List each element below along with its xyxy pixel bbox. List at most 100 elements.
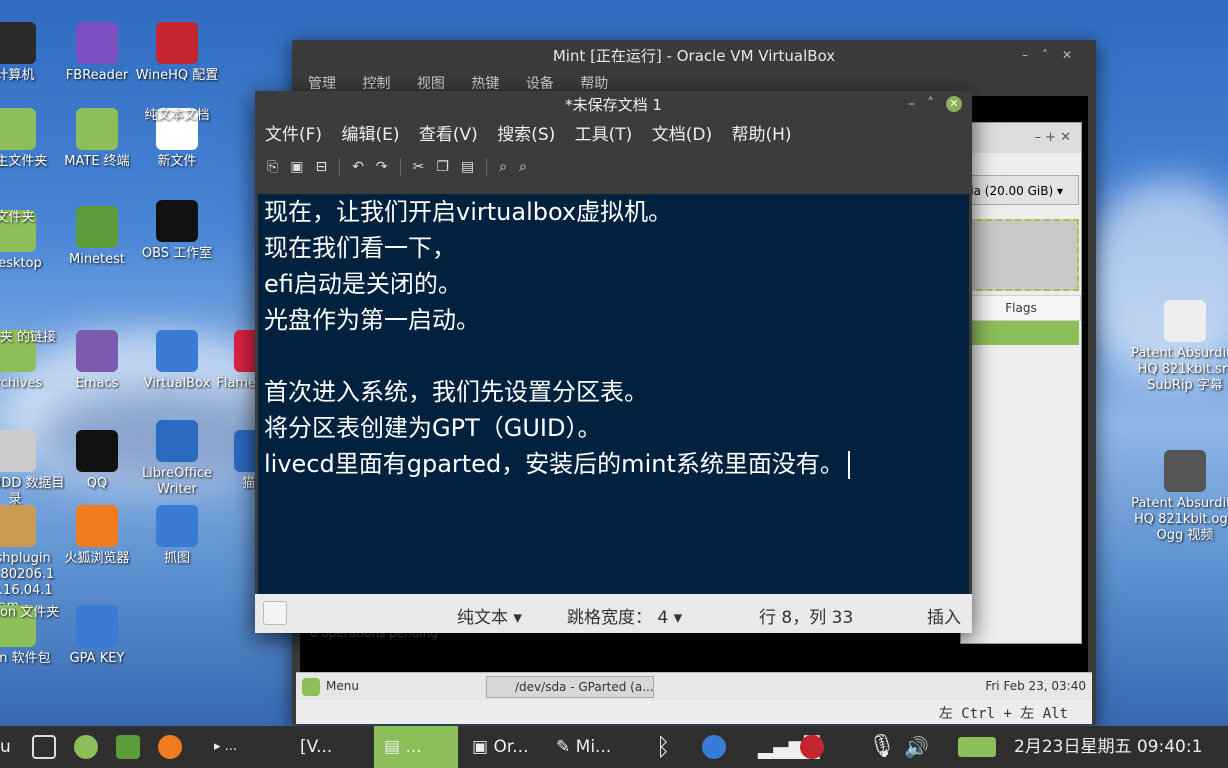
- menu-tools[interactable]: 工具(T): [575, 125, 633, 145]
- desktop-icon-label: GPA KEY: [69, 651, 125, 666]
- save-file-icon[interactable]: ⊟: [315, 159, 327, 175]
- desktop-icon-label: WineHQ 配置: [135, 68, 219, 83]
- bluetooth-icon[interactable]: ᛒ: [656, 726, 670, 768]
- desktop-icon-image: [156, 200, 198, 242]
- volume-icon[interactable]: 🔊: [904, 726, 929, 768]
- guest-task-gparted[interactable]: /dev/sda - GParted (a...: [486, 676, 654, 698]
- shutdown-icon[interactable]: [32, 735, 56, 759]
- maximize-icon[interactable]: ˄: [927, 96, 934, 112]
- partition-graph: [967, 219, 1079, 291]
- editor-line-last: livecd里面有gparted，安装后的mint系统里面没有。: [264, 446, 963, 482]
- window-controls[interactable]: –˄✕: [1022, 48, 1086, 62]
- update-manager-icon[interactable]: [702, 726, 726, 768]
- menu-manage[interactable]: 管理: [308, 76, 336, 92]
- task-gedit-label: ...: [405, 737, 422, 757]
- menu-devices[interactable]: 设备: [526, 76, 554, 92]
- guest-panel: Menu /dev/sda - GParted (a... Fri Feb 23…: [296, 672, 1092, 701]
- desktop-icon-label: Patent Absurdity HQ 821kbit.srt SubRip 字…: [1131, 346, 1228, 393]
- editor-line: 首次进入系统，我们先设置分区表。: [264, 378, 648, 406]
- terminal-launcher-icon[interactable]: [74, 726, 98, 768]
- editor-line: 现在我们看一下，: [264, 234, 456, 262]
- task-media[interactable]: ▸ ...: [214, 726, 237, 768]
- menu-help[interactable]: 帮助: [580, 76, 608, 92]
- gedit-title: *未保存文档 1: [565, 96, 662, 114]
- desktop-icon-image: [76, 430, 118, 472]
- menu-view[interactable]: 视图: [417, 76, 445, 92]
- paste-icon[interactable]: ▤: [461, 159, 474, 175]
- desktop-icon-label: 抓图: [163, 551, 190, 566]
- text-editor[interactable]: 现在，让我们开启virtualbox虚拟机。 现在我们看一下， efi启动是关闭…: [258, 194, 969, 594]
- menu-view[interactable]: 查看(V): [419, 125, 478, 145]
- syntax-selector[interactable]: 纯文本 ▾: [457, 603, 522, 628]
- toolbar-separator: [486, 158, 488, 176]
- insert-mode: 插入: [927, 608, 961, 628]
- menu-help[interactable]: 帮助(H): [731, 125, 791, 145]
- desktop-icon-label: 新文件: [157, 154, 197, 169]
- desktop-icon-image: [0, 108, 36, 150]
- replace-icon[interactable]: ⌕: [519, 159, 527, 175]
- task-mint[interactable]: ✎ Mi...: [556, 726, 611, 768]
- menu-control[interactable]: 控制: [362, 76, 390, 92]
- close-icon[interactable]: ✕: [946, 96, 962, 112]
- menu-edit[interactable]: 编辑(E): [341, 125, 399, 145]
- menu-icon-partial[interactable]: u: [0, 726, 11, 768]
- task-mint-label: Mi...: [575, 737, 612, 757]
- gedit-toolbar: ⎘ ▣ ⊟ ↶ ↷ ✂ ❐ ▤ ⌕ ⌕: [255, 151, 972, 183]
- search-icon[interactable]: ⌕: [499, 159, 507, 175]
- desktop-icon-image: [156, 330, 198, 372]
- panel-clock: 2月23日星期五 09:40:1: [1014, 737, 1203, 757]
- hostkey-label: 左 Ctrl + 左 Alt: [938, 706, 1068, 722]
- vbox-statusbar: 左 Ctrl + 左 Alt: [296, 700, 1092, 724]
- microphone-icon[interactable]: 🎙: [868, 726, 896, 768]
- input-method-icon[interactable]: [800, 726, 824, 768]
- desktop-icon[interactable]: GPA KEY: [42, 605, 152, 667]
- task-virtualbox-folder[interactable]: [V...: [300, 726, 332, 768]
- desktop-icon[interactable]: 抓图: [122, 505, 232, 567]
- mint-menu-icon[interactable]: [302, 678, 320, 696]
- task-oracle-label: Or...: [493, 737, 529, 757]
- desktop-icon-image: [1164, 450, 1206, 492]
- cut-icon[interactable]: ✂: [413, 159, 425, 175]
- gparted-controls[interactable]: – + ✕: [961, 123, 1081, 153]
- task-gedit[interactable]: ▤ ...: [374, 726, 458, 768]
- gedit-menubar: 文件(F) 编辑(E) 查看(V) 搜索(S) 工具(T) 文档(D) 帮助(H…: [255, 119, 972, 151]
- text-caret: [847, 451, 850, 479]
- redo-icon[interactable]: ↷: [376, 159, 388, 175]
- menu-search[interactable]: 搜索(S): [497, 125, 555, 145]
- gedit-window-controls[interactable]: – ˄ ✕: [908, 96, 962, 112]
- open-file-icon[interactable]: ▣: [290, 159, 303, 175]
- editor-line: 现在，让我们开启virtualbox虚拟机。: [264, 198, 673, 226]
- undo-icon[interactable]: ↶: [352, 159, 364, 175]
- device-selector[interactable]: da (20.00 GiB) ▾: [961, 175, 1079, 205]
- menu-hotkey[interactable]: 热键: [471, 76, 499, 92]
- minetest-launcher-icon[interactable]: [116, 726, 140, 768]
- desktop-icon-image: [156, 22, 198, 64]
- desktop-icon[interactable]: WineHQ 配置: [122, 22, 232, 84]
- editor-line: 将分区表创建为GPT（GUID）。: [264, 414, 602, 442]
- gparted-window[interactable]: – + ✕ da (20.00 GiB) ▾ Flags: [960, 122, 1082, 644]
- partition-row-selected[interactable]: [961, 321, 1079, 345]
- desktop-icon-label: OBS 工作室: [141, 246, 213, 261]
- minimize-icon[interactable]: –: [908, 96, 915, 112]
- battery-icon[interactable]: [958, 737, 996, 757]
- tab-width-selector[interactable]: 跳格宽度： 4 ▾: [567, 603, 682, 628]
- editor-line: livecd里面有gparted，安装后的mint系统里面没有。: [264, 450, 844, 478]
- menu-file[interactable]: 文件(F): [265, 125, 322, 145]
- firefox-launcher-icon[interactable]: [158, 726, 182, 768]
- device-label: da (20.00 GiB): [966, 184, 1054, 198]
- gedit-window[interactable]: *未保存文档 1 – ˄ ✕ 文件(F) 编辑(E) 查看(V) 搜索(S) 工…: [255, 91, 972, 633]
- desktop-icon[interactable]: Patent Absurdity HQ 821kbit.srt SubRip 字…: [1130, 300, 1228, 394]
- desktop-icon[interactable]: OBS 工作室: [122, 200, 232, 262]
- guest-menu-label[interactable]: Menu: [326, 679, 359, 693]
- side-panel-toggle-icon[interactable]: [263, 601, 287, 625]
- menu-documents[interactable]: 文档(D): [652, 125, 712, 145]
- copy-icon[interactable]: ❐: [436, 159, 449, 175]
- new-file-icon[interactable]: ⎘: [267, 159, 278, 175]
- desktop-icon-image: [0, 22, 36, 64]
- desktop-icon[interactable]: Patent Absurdity HQ 821kbit.ogg Ogg 视频: [1130, 450, 1228, 544]
- desktop-icon-label: 纯文本文档: [144, 108, 210, 123]
- desktop-icon[interactable]: 纯文本文档: [122, 108, 232, 124]
- task-oracle[interactable]: ▣ Or...: [472, 726, 529, 768]
- desktop-icon-label: Patent Absurdity HQ 821kbit.ogg Ogg 视频: [1131, 496, 1228, 543]
